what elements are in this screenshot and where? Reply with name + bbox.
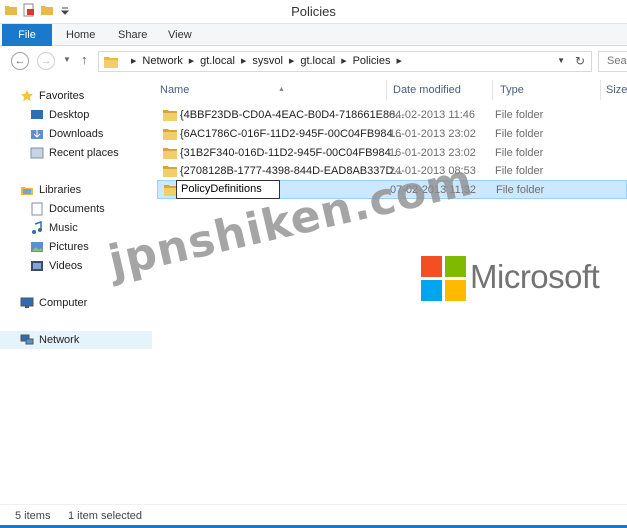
- forward-arrow-icon[interactable]: →: [37, 52, 55, 70]
- libraries-icon: [21, 187, 33, 195]
- column-header-date-modified[interactable]: Date modified: [393, 80, 493, 100]
- nav-libraries-label: Libraries: [39, 184, 82, 196]
- file-type: File folder: [496, 184, 545, 196]
- title-bar: Policies: [0, 0, 627, 24]
- status-bar: 5 items 1 item selected: [0, 504, 627, 528]
- chevron-right-icon[interactable]: ▶: [289, 52, 294, 71]
- file-date: 04-02-2013 11:46: [389, 109, 476, 121]
- nav-documents[interactable]: Documents: [30, 200, 105, 218]
- chevron-right-icon[interactable]: ▶: [131, 52, 136, 71]
- search-input[interactable]: Sear: [598, 51, 627, 72]
- up-arrow-icon[interactable]: ↑: [81, 52, 88, 67]
- rename-input[interactable]: PolicyDefinitions: [176, 180, 280, 199]
- breadcrumb-network[interactable]: Network: [142, 52, 182, 71]
- nav-favorites[interactable]: Favorites: [20, 87, 84, 105]
- pictures-icon: [31, 242, 43, 252]
- recent-places-icon: [30, 147, 44, 159]
- music-icon: [32, 221, 42, 234]
- file-name: {31B2F340-016D-11D2-945F-00C04FB984...: [180, 147, 400, 159]
- status-item-count: 5 items: [15, 510, 51, 522]
- address-row: ← → ▼ ↑ ▶ Network ▶ gt.local ▶ sysvol ▶ …: [0, 46, 627, 76]
- nav-network-label: Network: [39, 334, 80, 346]
- tab-home[interactable]: Home: [56, 24, 105, 46]
- back-arrow-icon[interactable]: ←: [11, 52, 29, 70]
- file-row[interactable]: {4BBF23DB-CD0A-4EAC-B0D4-718661E88... 04…: [157, 106, 627, 125]
- address-dropdown-icon[interactable]: ▼: [557, 56, 565, 65]
- file-name: {4BBF23DB-CD0A-4EAC-B0D4-718661E88...: [180, 109, 405, 121]
- file-type: File folder: [495, 128, 544, 140]
- logo-square-green: [445, 256, 466, 277]
- nav-libraries[interactable]: Libraries: [20, 181, 81, 199]
- documents-icon: [31, 202, 43, 216]
- folder-icon: [104, 57, 118, 68]
- logo-square-yellow: [445, 280, 466, 301]
- logo-square-blue: [421, 280, 442, 301]
- nav-music[interactable]: Music: [30, 219, 78, 237]
- chevron-right-icon[interactable]: ▶: [241, 52, 246, 71]
- column-header-name[interactable]: ▲ Name: [160, 80, 386, 100]
- column-header-size[interactable]: Size: [606, 80, 627, 100]
- column-divider[interactable]: [386, 80, 387, 100]
- address-bar[interactable]: ▶ Network ▶ gt.local ▶ sysvol ▶ gt.local…: [98, 51, 592, 72]
- tab-file[interactable]: File: [2, 24, 52, 46]
- nav-network[interactable]: Network: [0, 331, 152, 349]
- file-row[interactable]: {6AC1786C-016F-11D2-945F-00C04FB984... 1…: [157, 125, 627, 144]
- file-name: {6AC1786C-016F-11D2-945F-00C04FB984...: [180, 128, 402, 140]
- column-divider[interactable]: [492, 80, 493, 100]
- file-type: File folder: [495, 147, 544, 159]
- navigation-pane: Favorites Desktop Downloads Recent place…: [0, 76, 152, 504]
- chevron-right-icon[interactable]: ▶: [189, 52, 194, 71]
- nav-computer-label: Computer: [39, 297, 88, 309]
- breadcrumb-gt-local[interactable]: gt.local: [200, 52, 235, 71]
- sort-ascending-icon: ▲: [278, 86, 285, 93]
- chevron-right-icon[interactable]: ▶: [396, 52, 401, 71]
- breadcrumb-policies[interactable]: Policies: [353, 52, 391, 71]
- file-type: File folder: [495, 109, 544, 121]
- nav-videos[interactable]: Videos: [30, 257, 82, 275]
- nav-downloads[interactable]: Downloads: [30, 125, 103, 143]
- refresh-icon[interactable]: ↻: [575, 54, 585, 68]
- breadcrumb-sysvol[interactable]: sysvol: [252, 52, 283, 71]
- videos-icon: [31, 261, 43, 271]
- folder-icon: [163, 129, 177, 140]
- microsoft-logo: Microsoft: [421, 256, 627, 302]
- nav-desktop[interactable]: Desktop: [30, 106, 89, 124]
- column-divider[interactable]: [600, 80, 601, 100]
- logo-square-red: [421, 256, 442, 277]
- chevron-right-icon[interactable]: ▶: [341, 52, 346, 71]
- desktop-icon: [31, 110, 43, 119]
- folder-icon: [163, 148, 177, 159]
- breadcrumb-gt-local-2[interactable]: gt.local: [300, 52, 335, 71]
- star-icon: [21, 90, 33, 102]
- nav-downloads-label: Downloads: [49, 128, 104, 140]
- nav-music-label: Music: [49, 222, 78, 234]
- folder-icon: [163, 110, 177, 121]
- nav-recent-places[interactable]: Recent places: [30, 144, 119, 162]
- column-header-name-label: Name: [160, 84, 190, 96]
- status-selection: 1 item selected: [68, 510, 142, 522]
- downloads-icon: [31, 130, 43, 139]
- nav-recent-places-label: Recent places: [49, 147, 119, 159]
- tab-view[interactable]: View: [158, 24, 202, 46]
- nav-favorites-label: Favorites: [39, 90, 85, 102]
- nav-videos-label: Videos: [49, 260, 83, 272]
- window-title: Policies: [291, 4, 336, 19]
- file-date: 16-01-2013 23:02: [389, 128, 476, 140]
- file-type: File folder: [495, 165, 544, 177]
- nav-pictures[interactable]: Pictures: [30, 238, 89, 256]
- nav-desktop-label: Desktop: [49, 109, 90, 121]
- breadcrumb: ▶ Network ▶ gt.local ▶ sysvol ▶ gt.local…: [125, 52, 408, 71]
- file-row[interactable]: {31B2F340-016D-11D2-945F-00C04FB984... 1…: [157, 144, 627, 163]
- nav-pictures-label: Pictures: [49, 241, 89, 253]
- recent-locations-dropdown-icon[interactable]: ▼: [63, 55, 71, 64]
- folder-icon: [163, 166, 177, 177]
- nav-computer[interactable]: Computer: [20, 294, 87, 312]
- computer-icon: [20, 297, 34, 308]
- network-icon: [20, 334, 34, 345]
- microsoft-logo-text: Microsoft: [470, 258, 600, 295]
- ribbon: File Home Share View: [0, 24, 627, 46]
- tab-share[interactable]: Share: [108, 24, 157, 46]
- column-header-type[interactable]: Type: [500, 80, 600, 100]
- nav-documents-label: Documents: [49, 203, 105, 215]
